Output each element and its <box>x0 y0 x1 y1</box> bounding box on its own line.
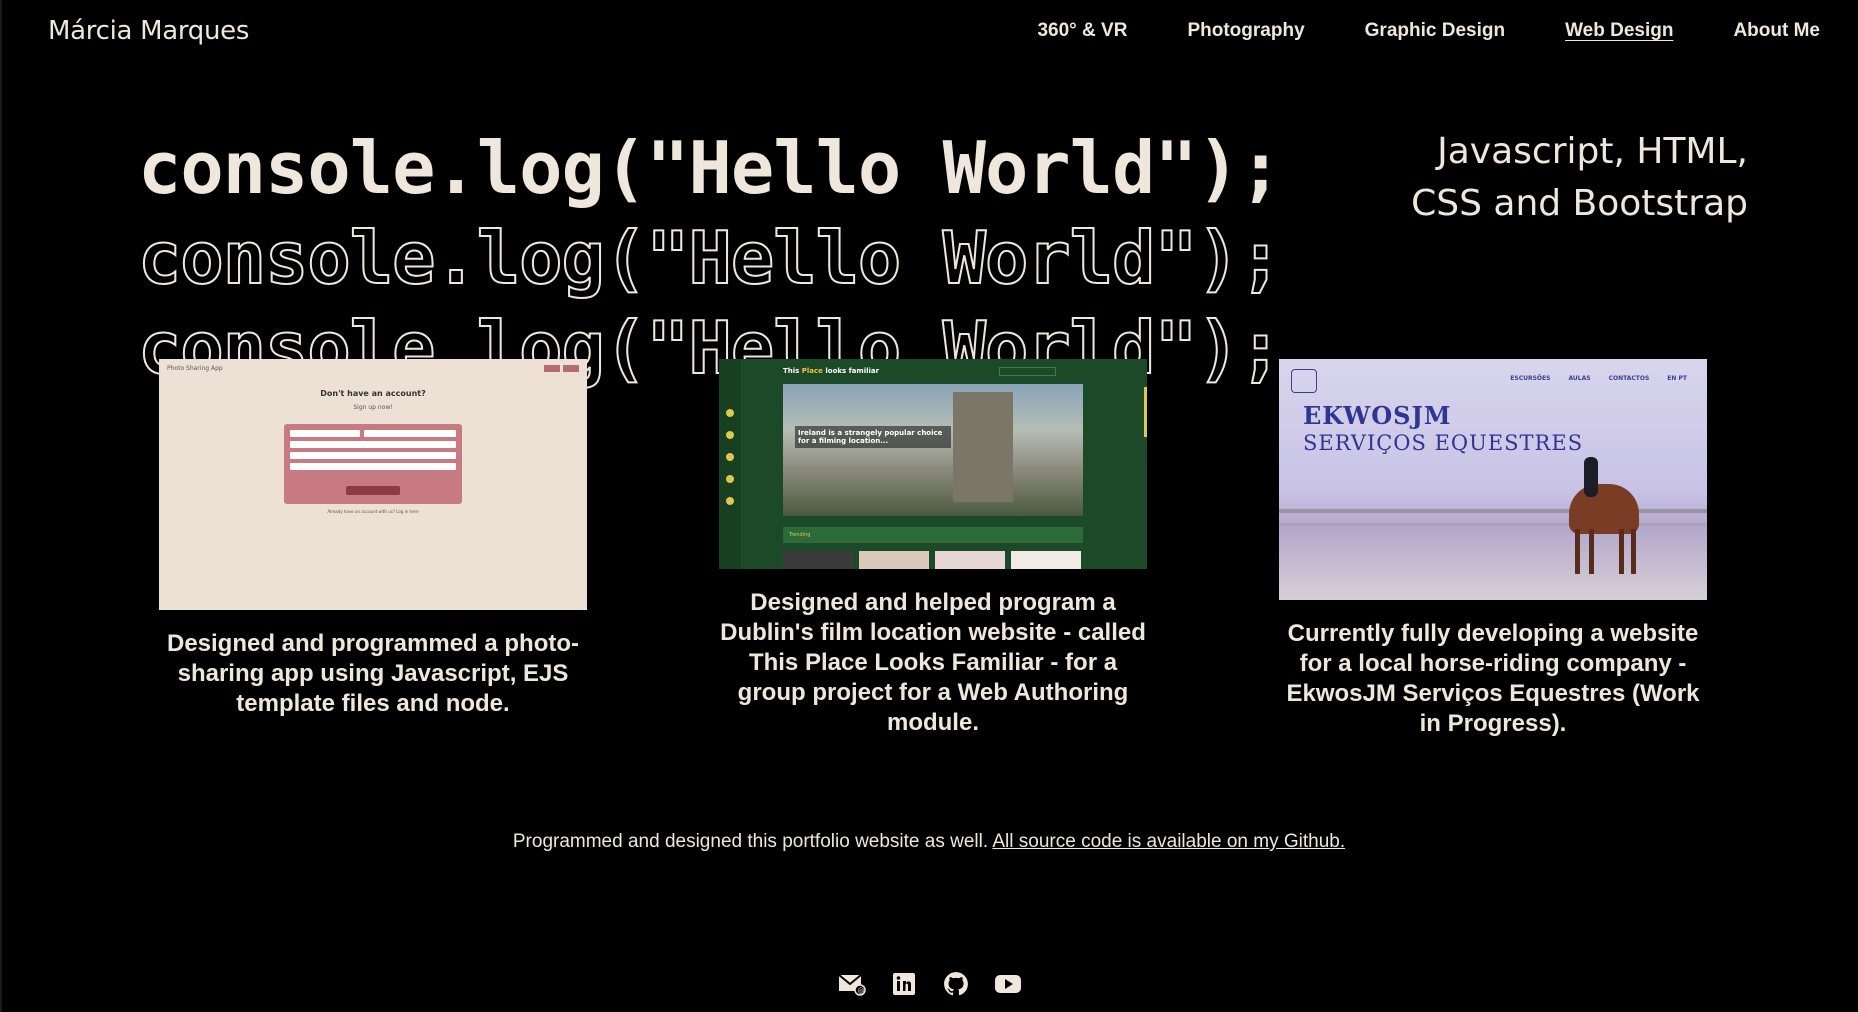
project-thumbnail-ekwosjm[interactable]: ESCURSÕES AULAS CONTACTOS EN PT EKWOSJM … <box>1279 359 1707 600</box>
thumb-horse <box>1569 484 1639 534</box>
thumb-heading: Don't have an account? <box>320 389 426 398</box>
footer-note: Programmed and designed this portfolio w… <box>0 831 1858 853</box>
project-caption: Designed and helped program a Dublin's f… <box>720 589 1146 736</box>
nav-graphic-design[interactable]: Graphic Design <box>1365 20 1505 42</box>
thumb-subheading: Sign up now! <box>353 404 393 411</box>
thumb-subtitle: SERVIÇOS EQUESTRES <box>1303 431 1584 455</box>
thumb-rider <box>1584 457 1598 497</box>
nav-about-me[interactable]: About Me <box>1733 20 1820 42</box>
youtube-icon[interactable] <box>994 970 1022 998</box>
hero-code-line-solid: console.log("Hello World"); <box>138 126 1282 210</box>
thumb-logo-mark <box>1291 369 1317 393</box>
hero-subtitle-line: CSS and Bootstrap <box>1411 183 1748 224</box>
main-nav: 360° & VR Photography Graphic Design Web… <box>1037 20 1820 42</box>
project-caption: Designed and programmed a photo-sharing … <box>166 630 580 717</box>
thumb-title: EKWOSJM <box>1303 401 1452 430</box>
thumb-trending-bar: Trending <box>783 527 1083 543</box>
thumb-sidebar <box>719 359 741 569</box>
thumb-app-title: Photo Sharing App <box>167 365 223 372</box>
thumb-logo: This Place looks familiar <box>783 367 880 375</box>
footer-text: Programmed and designed this portfolio w… <box>512 831 989 852</box>
social-links: @ <box>838 970 1022 998</box>
project-thumbnail-film-locations[interactable]: This Place looks familiar Ireland is a s… <box>719 359 1147 569</box>
github-icon[interactable] <box>942 970 970 998</box>
thumb-hero-text: Ireland is a strangely popular choice fo… <box>795 426 951 448</box>
hero-code-line-outline: console.log("Hello World"); <box>137 215 1283 301</box>
mail-icon[interactable]: @ <box>838 970 866 998</box>
thumb-footer: Already have an account with us? Log in … <box>327 509 419 514</box>
nav-photography[interactable]: Photography <box>1187 20 1304 42</box>
nav-360-vr[interactable]: 360° & VR <box>1037 20 1127 42</box>
nav-web-design[interactable]: Web Design <box>1565 20 1673 42</box>
svg-text:@: @ <box>858 987 865 995</box>
thumb-hero-image: Ireland is a strangely popular choice fo… <box>783 384 1083 516</box>
hero-subtitle-line: Javascript, HTML, <box>1437 131 1748 172</box>
github-source-link[interactable]: All source code is available on my Githu… <box>992 831 1345 852</box>
hero-subtitle: Javascript, HTML, CSS and Bootstrap <box>1328 126 1748 230</box>
site-brand[interactable]: Márcia Marques <box>48 16 249 46</box>
project-thumbnail-photo-app[interactable]: Photo Sharing App Don't have an account?… <box>159 359 587 610</box>
project-caption: Currently fully developing a website for… <box>1286 620 1700 737</box>
thumb-nav: ESCURSÕES AULAS CONTACTOS EN PT <box>1510 375 1687 382</box>
thumb-header-buttons <box>544 365 579 372</box>
thumb-search <box>999 367 1056 376</box>
thumb-tiles <box>783 551 1081 569</box>
thumb-signup-form <box>284 424 462 504</box>
linkedin-icon[interactable] <box>890 970 918 998</box>
